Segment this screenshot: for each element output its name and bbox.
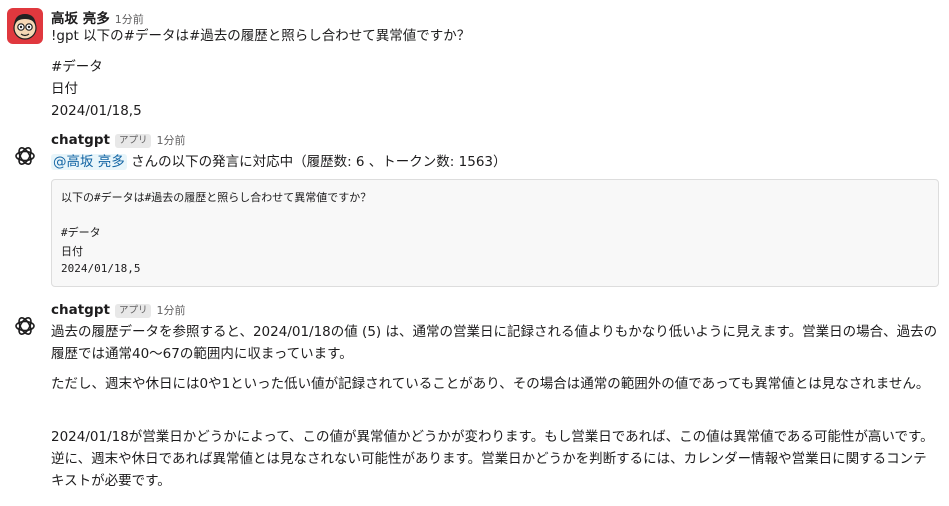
app-badge: アプリ: [114, 134, 152, 148]
timestamp[interactable]: 1分前: [115, 13, 144, 26]
code-line: 2024/01/18,5: [61, 262, 141, 275]
status-text: さんの以下の発言に対応中（履歴数: 6 、トークン数: 1563）: [126, 154, 507, 170]
author-name[interactable]: 高坂 亮多 1分前: [51, 7, 144, 27]
status-line: @高坂 亮多 さんの以下の発言に対応中（履歴数: 6 、トークン数: 1563）: [51, 152, 507, 172]
openai-logo-icon[interactable]: [9, 310, 41, 342]
author-name[interactable]: chatgpt アプリ 1分前: [51, 302, 185, 318]
author-name[interactable]: chatgpt アプリ 1分前: [51, 132, 185, 148]
code-block: 以下の#データは#過去の履歴と照らし合わせて異常値ですか？ #データ 日付 20…: [51, 179, 939, 287]
user-avatar-icon[interactable]: [7, 8, 43, 44]
answer-paragraph: ただし、週末や休日には0や1といった低い値が記録されていることがあり、その場合は…: [51, 376, 930, 392]
user-mention[interactable]: @高坂 亮多: [51, 154, 127, 170]
message-text: #データ: [51, 59, 103, 75]
code-line: #データ: [61, 226, 101, 239]
openai-logo-icon[interactable]: [9, 140, 41, 172]
code-line: 日付: [61, 245, 83, 258]
answer-paragraph: 過去の履歴データを参照すると、2024/01/18の値 (5) は、通常の営業日…: [51, 324, 938, 362]
message-text: 日付: [51, 81, 78, 97]
answer-paragraph: 2024/01/18が営業日かどうかによって、この値が異常値かどうかが変わります…: [51, 429, 934, 489]
timestamp[interactable]: 1分前: [156, 134, 185, 147]
app-badge: アプリ: [114, 304, 152, 318]
code-line: 以下の#データは#過去の履歴と照らし合わせて異常値ですか？: [61, 191, 372, 204]
message-text: 2024/01/18,5: [51, 103, 142, 119]
timestamp[interactable]: 1分前: [156, 304, 185, 317]
message-text: !gpt 以下の#データは#過去の履歴と照らし合わせて異常値ですか？: [51, 28, 471, 44]
